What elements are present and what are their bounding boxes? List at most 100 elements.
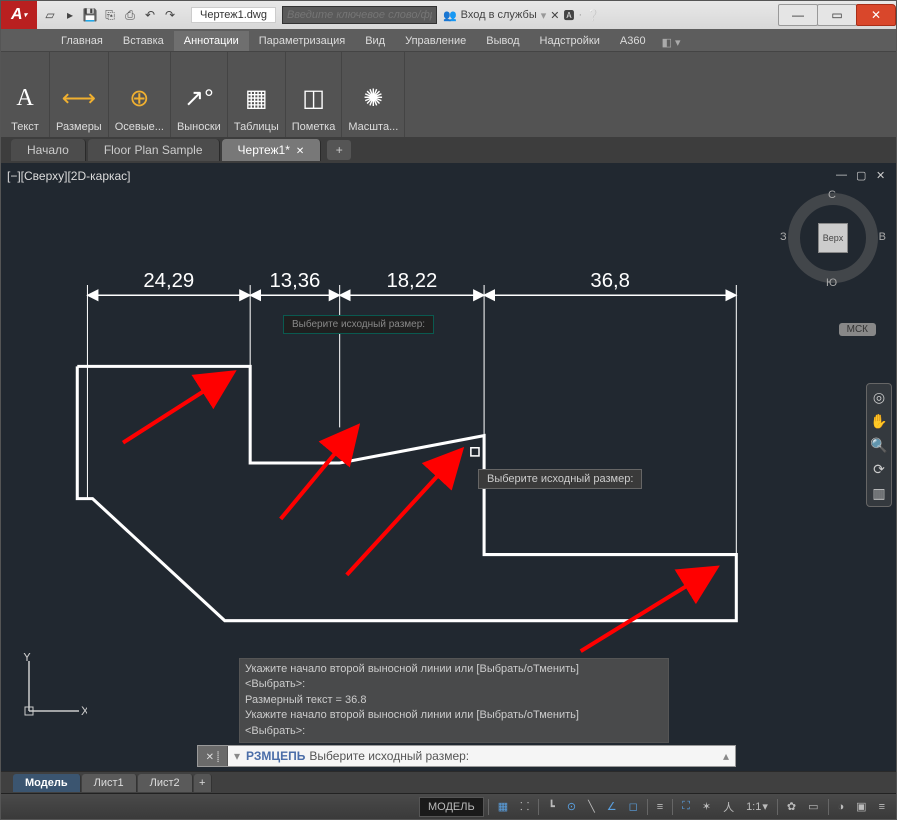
ortho-icon[interactable]: ┗ — [543, 798, 560, 815]
exchange-icon[interactable]: ✕ — [550, 9, 559, 22]
layout-tab-1[interactable]: Лист1 — [82, 774, 137, 792]
account-area: 👥 Вход в службы ▾ ✕ 🅰 · ❔ — [443, 7, 600, 23]
maximize-button[interactable]: ▭ — [817, 4, 857, 26]
ribbon-tab-view[interactable]: Вид — [355, 31, 395, 51]
leader-icon: ↗° — [181, 80, 217, 116]
dim-value-1: 13,36 — [269, 270, 320, 292]
file-tab-current[interactable]: Чертеж1* ✕ — [222, 139, 322, 161]
cmd-history-line: <Выбрать>: — [245, 677, 663, 692]
snap-icon[interactable]: ⸬ — [515, 797, 534, 816]
commandline-chevron-icon[interactable]: ▾ — [228, 749, 246, 763]
quick-access-toolbar: ▱ ▸ 💾 ⎘ ⎙ ↶ ↷ — [41, 6, 179, 24]
layout-tab-add[interactable]: + — [194, 774, 212, 792]
ribbon-tab-output[interactable]: Вывод — [476, 31, 529, 51]
cmd-history-line: Размерный текст = 36.8 — [245, 693, 663, 708]
layout-tabs: Модель Лист1 Лист2 + — [1, 771, 896, 793]
units-icon[interactable]: ▭ — [803, 798, 823, 815]
annoscale-icon[interactable]: 人 — [718, 797, 739, 817]
search-input[interactable] — [282, 6, 437, 24]
print-icon[interactable]: ⎙ — [121, 6, 139, 24]
layout-tab-2[interactable]: Лист2 — [138, 774, 193, 792]
commandline-handle[interactable]: ✕ ⸽ — [198, 746, 228, 766]
red-arrow-1 — [123, 375, 230, 443]
centerline-icon: ⊕ — [121, 80, 157, 116]
undo-icon[interactable]: ↶ — [141, 6, 159, 24]
ribbon-tab-parametric[interactable]: Параметризация — [249, 31, 355, 51]
cmd-history-line: Укажите начало второй выносной линии или… — [245, 708, 663, 723]
file-tab-label: Чертеж1* — [238, 143, 290, 157]
ribbon-tab-addins[interactable]: Надстройки — [530, 31, 610, 51]
ribbon-tab-annotate[interactable]: Аннотации — [174, 31, 249, 51]
cleanscreen-icon[interactable]: ▣ — [851, 798, 871, 815]
modelspace-button[interactable]: МОДЕЛЬ — [419, 797, 484, 817]
app-logo[interactable]: A▾ — [1, 1, 37, 29]
file-tab-start[interactable]: Начало — [11, 139, 86, 161]
scale-icon: ✺ — [355, 80, 391, 116]
new-icon[interactable]: ▱ — [41, 6, 59, 24]
dimension-icon: ⟷ — [61, 80, 97, 116]
redo-icon[interactable]: ↷ — [161, 6, 179, 24]
lineweight-icon[interactable]: ≡ — [652, 799, 668, 815]
a360-icon[interactable]: 🅰 — [563, 7, 574, 23]
file-tab-sample[interactable]: Floor Plan Sample — [88, 139, 220, 161]
ribbon-tab-home[interactable]: Главная — [51, 31, 113, 51]
polyline-outline[interactable] — [77, 366, 736, 620]
workspace-icon[interactable]: ✿ — [782, 798, 801, 815]
saveas-icon[interactable]: ⎘ — [101, 6, 119, 24]
ribbon-tab-insert[interactable]: Вставка — [113, 31, 174, 51]
ribbon-tab-manage[interactable]: Управление — [395, 31, 476, 51]
file-tab-add[interactable]: + — [327, 140, 351, 160]
infocenter-icon[interactable]: 👥 — [443, 9, 457, 22]
dim-value-2: 18,22 — [386, 270, 437, 292]
table-icon: ▦ — [238, 80, 274, 116]
panel-text[interactable]: A Текст — [1, 52, 50, 137]
scale-value: 1:1 — [746, 801, 761, 813]
window-controls: — ▭ ✕ — [779, 4, 896, 26]
panel-centerlines[interactable]: ⊕ Осевые... — [109, 52, 171, 137]
isodraft-icon[interactable]: ╲ — [583, 798, 600, 815]
markup-icon: ◫ — [296, 80, 332, 116]
ribbon-tabs: Главная Вставка Аннотации Параметризация… — [1, 29, 896, 51]
cmd-history-line: <Выбрать>: — [245, 724, 663, 739]
app-window: A▾ ▱ ▸ 💾 ⎘ ⎙ ↶ ↷ Чертеж1.dwg 👥 Вход в сл… — [0, 0, 897, 820]
commandline-expand-icon[interactable]: ▴ — [717, 749, 735, 763]
command-prompt: Выберите исходный размер: — [309, 749, 469, 763]
grid-icon[interactable]: ▦ — [493, 798, 513, 815]
svg-text:X: X — [81, 704, 87, 718]
panel-tables[interactable]: ▦ Таблицы — [228, 52, 286, 137]
dynamic-input-2: Выберите исходный размер: — [478, 469, 642, 489]
annotation-scale-icon[interactable]: ⛶ — [677, 798, 695, 815]
polar-icon[interactable]: ⊙ — [562, 798, 581, 815]
osnap-icon[interactable]: ◻ — [624, 798, 643, 815]
panel-dims[interactable]: ⟷ Размеры — [50, 52, 109, 137]
ribbon-tab-a360[interactable]: A360 — [610, 31, 656, 51]
drawing-area[interactable]: [−][Сверху][2D-каркас] — ▢ ✕ Верх С Ю З … — [1, 163, 896, 793]
quickprops-icon[interactable]: ◑ — [833, 799, 850, 815]
dynamic-input-1: Выберите исходный размер: — [283, 315, 434, 334]
command-history[interactable]: Укажите начало второй выносной линии или… — [239, 658, 669, 743]
file-tabs: Начало Floor Plan Sample Чертеж1* ✕ + — [1, 137, 896, 163]
dim-value-0: 24,29 — [143, 270, 194, 292]
tab-close-icon[interactable]: ✕ — [296, 146, 304, 157]
cursor-pickbox — [471, 448, 479, 456]
command-line[interactable]: ✕ ⸽ ▾ РЗМЦЕПЬ Выберите исходный размер: … — [197, 745, 736, 767]
panel-toggle-icon[interactable]: ◧ ▾ — [656, 34, 687, 51]
svg-text:Y: Y — [23, 653, 31, 664]
minimize-button[interactable]: — — [778, 4, 818, 26]
scale-button[interactable]: 1:1 ▾ — [741, 798, 773, 815]
signin-button[interactable]: Вход в службы — [461, 9, 537, 21]
help-icon[interactable]: ❔ — [586, 9, 600, 22]
panel-leaders[interactable]: ↗° Выноски — [171, 52, 228, 137]
customize-icon[interactable]: ≡ — [874, 799, 890, 815]
autosnap-icon[interactable]: ∠ — [602, 798, 622, 815]
text-icon: A — [7, 80, 43, 116]
panel-markup[interactable]: ◫ Пометка — [286, 52, 343, 137]
close-button[interactable]: ✕ — [856, 4, 896, 26]
panel-scale[interactable]: ✺ Масшта... — [342, 52, 405, 137]
ucs-icon[interactable]: X Y — [17, 653, 87, 723]
red-arrow-2 — [281, 429, 355, 518]
save-icon[interactable]: 💾 — [81, 6, 99, 24]
annomonitor-icon[interactable]: ✶ — [697, 798, 716, 815]
layout-tab-model[interactable]: Модель — [13, 774, 81, 792]
open-icon[interactable]: ▸ — [61, 6, 79, 24]
